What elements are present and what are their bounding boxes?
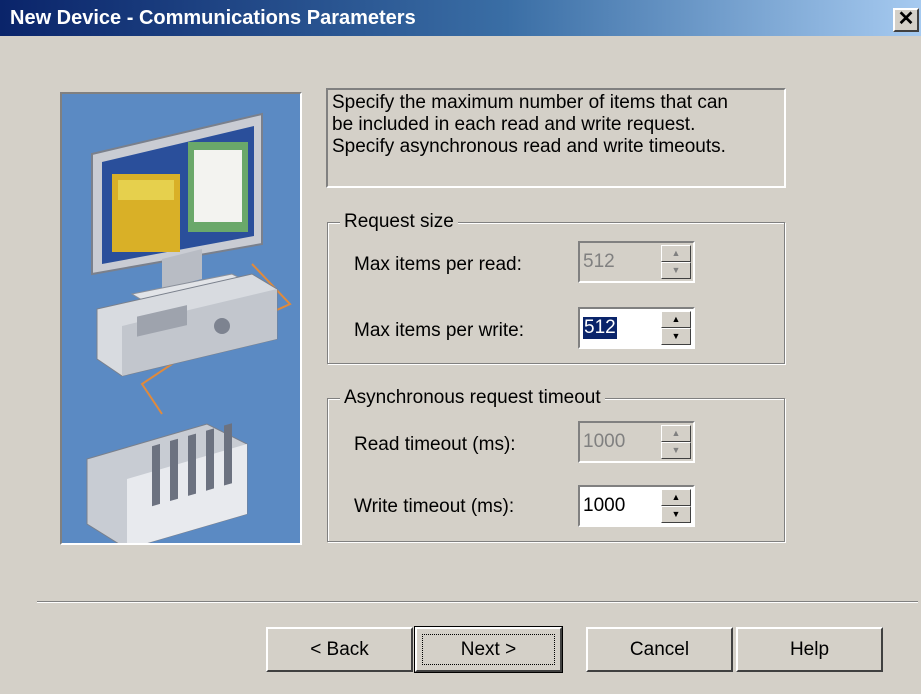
spin-down-icon: ▼ xyxy=(661,262,691,279)
spin-down-icon[interactable]: ▼ xyxy=(661,506,691,523)
help-button-label: Help xyxy=(789,639,830,660)
write-timeout-spinner[interactable]: 1000 ▲ ▼ xyxy=(578,485,695,527)
back-button-label: < Back xyxy=(310,639,369,660)
max-read-spin-buttons: ▲ ▼ xyxy=(661,245,691,279)
spin-up-icon: ▲ xyxy=(661,245,691,262)
max-write-value[interactable]: 512 xyxy=(583,317,617,339)
description-line: Specify asynchronous read and write time… xyxy=(332,136,726,157)
max-write-label: Max items per write: xyxy=(354,320,524,341)
max-read-value: 512 xyxy=(583,251,615,272)
read-timeout-label: Read timeout (ms): xyxy=(354,434,516,455)
close-icon: ✕ xyxy=(897,8,915,30)
spin-down-icon[interactable]: ▼ xyxy=(661,328,691,345)
close-button[interactable]: ✕ xyxy=(893,8,919,32)
back-button[interactable]: < Back xyxy=(266,627,413,672)
next-button[interactable]: Next > xyxy=(414,626,563,673)
write-timeout-label: Write timeout (ms): xyxy=(354,496,515,517)
max-read-spinner: 512 ▲ ▼ xyxy=(578,241,695,283)
async-timeout-legend: Asynchronous request timeout xyxy=(340,387,605,409)
description-box: Specify the maximum number of items that… xyxy=(326,88,786,188)
request-size-group: Request size xyxy=(327,211,785,364)
async-timeout-group: Asynchronous request timeout xyxy=(327,387,785,542)
spin-up-icon[interactable]: ▲ xyxy=(661,311,691,328)
write-timeout-spin-buttons[interactable]: ▲ ▼ xyxy=(661,489,691,523)
description-line: be included in each read and write reque… xyxy=(332,114,696,135)
spin-up-icon: ▲ xyxy=(661,425,691,442)
button-separator xyxy=(37,601,918,603)
help-button[interactable]: Help xyxy=(736,627,883,672)
spin-up-icon[interactable]: ▲ xyxy=(661,489,691,506)
cancel-button-label: Cancel xyxy=(629,639,690,660)
read-timeout-spinner: 1000 ▲ ▼ xyxy=(578,421,695,463)
description-line: Specify the maximum number of items that… xyxy=(332,92,728,113)
max-write-spin-buttons[interactable]: ▲ ▼ xyxy=(661,311,691,345)
title-bar: New Device - Communications Parameters ✕ xyxy=(0,0,921,36)
spin-down-icon: ▼ xyxy=(661,442,691,459)
window-title: New Device - Communications Parameters xyxy=(10,7,416,29)
request-size-legend: Request size xyxy=(340,211,458,233)
max-read-label: Max items per read: xyxy=(354,254,522,275)
max-write-spinner[interactable]: 512 ▲ ▼ xyxy=(578,307,695,349)
write-timeout-value[interactable]: 1000 xyxy=(583,495,625,517)
cancel-button[interactable]: Cancel xyxy=(586,627,733,672)
computer-device-illustration xyxy=(60,92,302,545)
next-button-label: Next > xyxy=(460,639,517,660)
read-timeout-value: 1000 xyxy=(583,431,626,452)
read-timeout-spin-buttons: ▲ ▼ xyxy=(661,425,691,459)
